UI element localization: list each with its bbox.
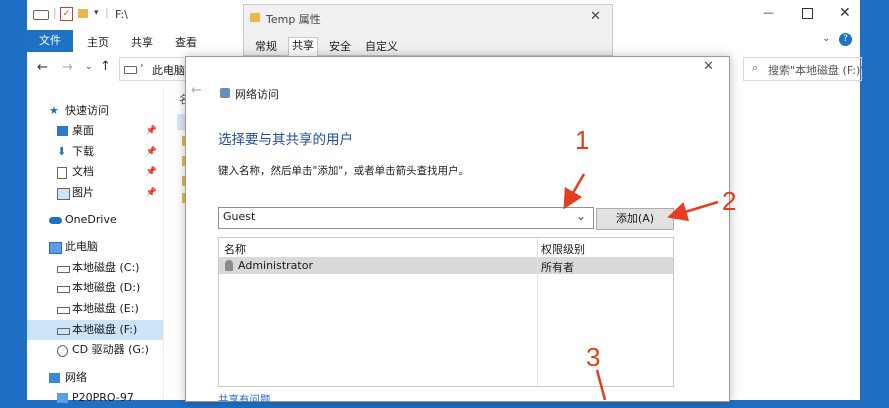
annotation-number-2: 2 <box>722 186 737 216</box>
annotation-arrow-2 <box>667 200 719 222</box>
annotation-arrow-3 <box>595 369 607 400</box>
annotation-arrow-1 <box>563 173 586 210</box>
annotation-number-1: 1 <box>575 125 590 155</box>
annotation-number-3: 3 <box>586 342 601 372</box>
annotation-layer <box>563 173 719 400</box>
